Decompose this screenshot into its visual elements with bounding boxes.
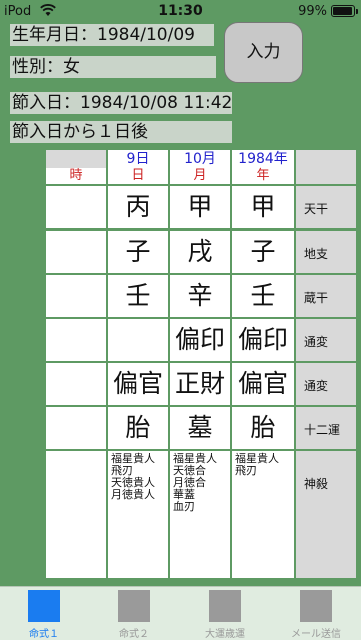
cell-hour-row3 [46, 275, 106, 317]
tab-meishiki-1-icon [28, 590, 60, 622]
setsuiri-date: 節入日：1984/10/08 11:42 [10, 92, 233, 114]
gender-field[interactable]: 性別：女 [10, 56, 216, 78]
birth-date-field[interactable]: 生年月日：1984/10/09 [10, 24, 214, 46]
cell-hour-row6 [46, 407, 106, 449]
tab-send-mail-icon [300, 590, 332, 622]
pillar-day: 日 [108, 168, 168, 184]
cell-year-row4: 偏印 [232, 319, 294, 361]
days-after-setsuiri: 節入日から１日後 [10, 121, 232, 143]
cell-day-row1: 丙 [108, 186, 168, 228]
header-blank-2 [296, 168, 356, 184]
header-date-month: 10月 [170, 150, 230, 168]
row-label: 天干 [296, 186, 356, 228]
header-date-year: 1984年 [232, 150, 294, 168]
status-bar: iPod 11:30 99% [0, 0, 361, 22]
tab-label: メール送信 [291, 629, 341, 640]
shinsatsu-day: 福星貴人 飛刃 天徳貴人 月徳貴人 [108, 451, 168, 578]
cell-month-row2: 戌 [170, 231, 230, 273]
cell-day-row5: 偏官 [108, 363, 168, 405]
cell-year-row6: 胎 [232, 407, 294, 449]
shinsatsu-label: 神殺 [296, 451, 356, 578]
pillar-month: 月 [170, 168, 230, 184]
row-label: 通変 [296, 319, 356, 361]
cell-month-row4: 偏印 [170, 319, 230, 361]
cell-year-row1: 甲 [232, 186, 294, 228]
tab-taiun-saiun-icon [209, 590, 241, 622]
tab-meishiki-2-icon [118, 590, 150, 622]
pillar-hour: 時 [46, 168, 106, 184]
shinsatsu-month: 福星貴人 天徳合 月徳合 華蓋 血刃 [170, 451, 230, 578]
cell-month-row3: 辛 [170, 275, 230, 317]
header-date-day: 9日 [108, 150, 168, 168]
row-label: 蔵干 [296, 275, 356, 317]
cell-month-row6: 墓 [170, 407, 230, 449]
meishiki-table: 9日 10月 1984年 時 日 月 年 丙甲甲天干子戌子地支壬辛壬蔵干 偏印 偏印… [46, 150, 356, 578]
tab-taiun-saiun[interactable]: 大運歳運 [185, 590, 265, 640]
tab-label: 命式２ [119, 629, 149, 640]
cell-hour-row4 [46, 319, 106, 361]
tab-meishiki-2[interactable]: 命式２ [94, 590, 174, 640]
cell-year-row5: 偏官 [232, 363, 294, 405]
cell-day-row6: 胎 [108, 407, 168, 449]
cell-hour-row1 [46, 186, 106, 228]
row-label: 通変 [296, 363, 356, 405]
cell-day-row2: 子 [108, 231, 168, 273]
tab-meishiki-1[interactable]: 命式１ [4, 590, 84, 640]
header-blank [296, 150, 356, 168]
tab-label: 大運歳運 [205, 629, 245, 640]
header-date-hour [46, 150, 106, 168]
tab-bar: 命式１ 命式２ 大運歳運 メール送信 [0, 586, 361, 640]
cell-hour-row5 [46, 363, 106, 405]
shinsatsu-year: 福星貴人 飛刃 [232, 451, 294, 578]
tab-send-mail[interactable]: メール送信 [276, 590, 356, 640]
cell-year-row2: 子 [232, 231, 294, 273]
cell-day-row4 [108, 319, 168, 361]
row-label: 地支 [296, 231, 356, 273]
battery-icon [331, 5, 358, 17]
tab-label: 命式１ [29, 629, 59, 640]
cell-month-row1: 甲 [170, 186, 230, 228]
cell-month-row5: 正財 [170, 363, 230, 405]
cell-day-row3: 壬 [108, 275, 168, 317]
shinsatsu-hour [46, 451, 106, 578]
battery-percent: 99% [298, 4, 327, 19]
pillar-year: 年 [232, 168, 294, 184]
cell-year-row3: 壬 [232, 275, 294, 317]
cell-hour-row2 [46, 231, 106, 273]
row-label: 十二運 [296, 407, 356, 449]
input-button[interactable]: 入力 [224, 22, 303, 83]
